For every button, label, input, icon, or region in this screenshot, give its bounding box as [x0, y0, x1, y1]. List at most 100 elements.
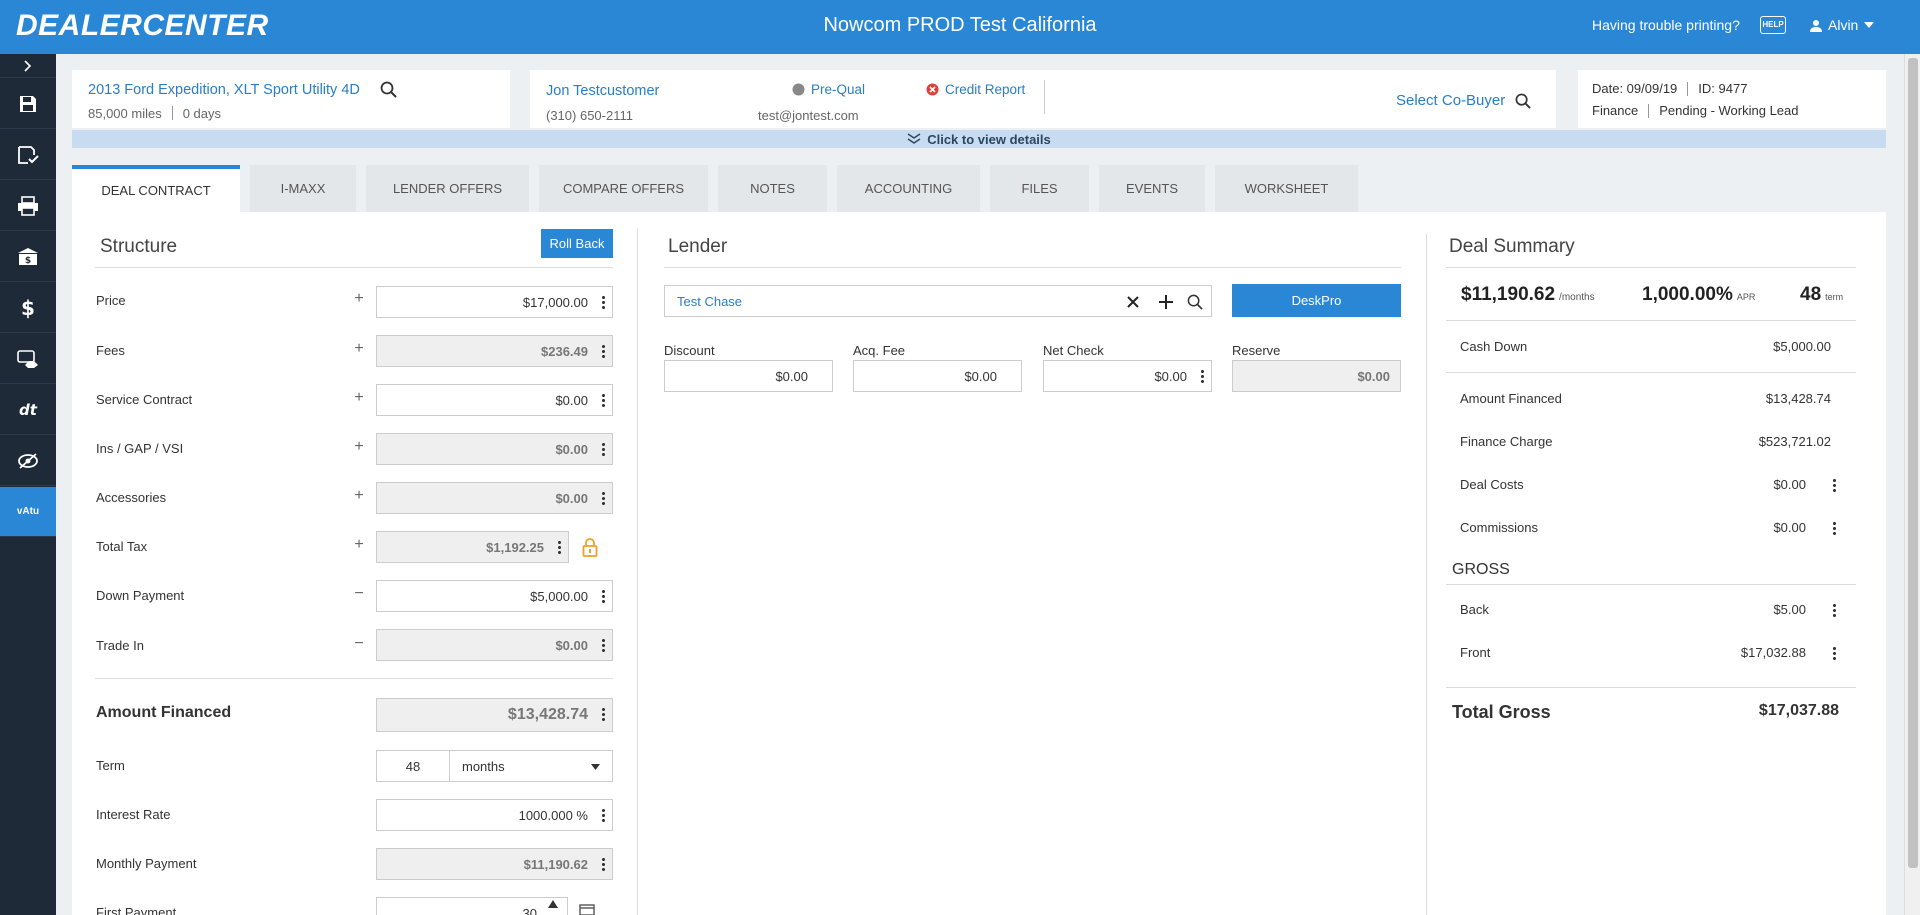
more-options-icon[interactable] [602, 857, 605, 871]
tab-events[interactable]: EVENTS [1099, 165, 1205, 212]
eye-icon [18, 452, 38, 469]
more-options-icon[interactable] [1833, 603, 1836, 617]
customer-name-link[interactable]: Jon Testcustomer [546, 83, 659, 99]
search-icon[interactable] [380, 81, 397, 98]
vehicle-title-link[interactable]: 2013 Ford Expedition, XLT Sport Utility … [88, 82, 360, 98]
ins-gap-vsi-field[interactable]: $0.00 [376, 433, 613, 465]
stepper-up-icon[interactable] [548, 900, 558, 908]
tab-notes[interactable]: NOTES [718, 165, 827, 212]
sidebar-save-check-button[interactable] [0, 130, 56, 180]
search-icon[interactable] [1187, 294, 1203, 310]
credit-report-link[interactable]: Credit Report [926, 82, 1025, 97]
tab-compare-offers[interactable]: COMPARE OFFERS [539, 165, 708, 212]
calendar-icon[interactable] [579, 903, 595, 915]
scrollbar-thumb[interactable] [1908, 58, 1918, 868]
sidebar-payment-button[interactable] [0, 334, 56, 384]
add-price-button[interactable]: + [352, 290, 366, 308]
more-options-icon[interactable] [602, 393, 605, 407]
more-options-icon[interactable] [602, 491, 605, 505]
more-options-icon[interactable] [602, 589, 605, 603]
structure-label-down-payment: Down Payment [96, 588, 185, 603]
interest-rate-input[interactable]: 1000.000 % [376, 799, 613, 831]
more-options-icon[interactable] [602, 808, 605, 822]
summary-term: 48 term [1800, 284, 1843, 306]
deal-status: Pending - Working Lead [1659, 103, 1799, 118]
tab-lender-offers[interactable]: LENDER OFFERS [366, 165, 529, 212]
structure-label-service-contract: Service Contract [96, 392, 193, 407]
more-options-icon[interactable] [602, 442, 605, 456]
print-icon [18, 195, 38, 216]
term-input[interactable]: 48 [376, 750, 450, 782]
lender-name: Test Chase [677, 293, 743, 309]
more-options-icon[interactable] [1833, 521, 1836, 535]
subtract-down-payment-button[interactable]: − [352, 585, 366, 603]
lock-icon[interactable] [582, 537, 598, 557]
more-options-icon[interactable] [602, 707, 605, 721]
sidebar-bank-button[interactable]: $ [0, 232, 56, 282]
select-cobuyer-link[interactable]: Select Co-Buyer [1396, 92, 1531, 109]
sidebar-save-button[interactable] [0, 79, 56, 129]
tab-accounting[interactable]: ACCOUNTING [837, 165, 980, 212]
term-unit-select[interactable]: months [449, 750, 613, 782]
more-options-icon[interactable] [602, 344, 605, 358]
accessories-field[interactable]: $0.00 [376, 482, 613, 514]
help-icon[interactable]: HELP [1760, 16, 1786, 34]
add-accessories-button[interactable]: + [352, 487, 366, 505]
service-contract-input[interactable]: $0.00 [376, 384, 613, 416]
down-payment-input[interactable]: $5,000.00 [376, 580, 613, 612]
acq-fee-input[interactable]: $0.00 [853, 360, 1022, 392]
trouble-printing-link[interactable]: Having trouble printing? [1592, 17, 1740, 33]
view-details-toggle[interactable]: Click to view details [72, 130, 1886, 148]
sidebar-vauto-button[interactable]: vAtu [0, 487, 56, 537]
tab-worksheet[interactable]: WORKSHEET [1215, 165, 1358, 212]
user-menu[interactable]: Alvin [1810, 17, 1875, 33]
total-tax-field[interactable]: $1,192.25 [376, 531, 569, 563]
add-ins-gap-button[interactable]: + [352, 438, 366, 456]
tab-imaxx[interactable]: I-MAXX [250, 165, 356, 212]
page-scrollbar[interactable] [1904, 54, 1920, 915]
close-icon[interactable] [1127, 296, 1139, 308]
back-gross-value: $5.00 [1773, 602, 1806, 617]
tab-deal-contract[interactable]: DEAL CONTRACT [72, 165, 240, 212]
add-fees-button[interactable]: + [352, 340, 366, 358]
more-options-icon[interactable] [1833, 478, 1836, 492]
lender-input[interactable]: Test Chase [664, 285, 1212, 317]
sidebar-dollar-button[interactable]: $ [0, 283, 56, 333]
customer-card: Jon Testcustomer (310) 650-2111 test@jon… [530, 70, 1556, 128]
subtract-trade-in-button[interactable]: − [352, 635, 366, 653]
deskpro-button[interactable]: DeskPro [1232, 284, 1401, 317]
dollar-icon: $ [21, 297, 35, 319]
sidebar-eye-button[interactable] [0, 436, 56, 486]
sidebar-dealertrack-button[interactable]: dt [0, 385, 56, 435]
net-check-input[interactable]: $0.00 [1043, 360, 1212, 392]
commissions-value: $0.00 [1773, 520, 1806, 535]
more-options-icon[interactable] [602, 638, 605, 652]
tab-files[interactable]: FILES [990, 165, 1089, 212]
price-input[interactable]: $17,000.00 [376, 286, 613, 318]
search-icon[interactable] [1515, 93, 1531, 109]
plus-icon[interactable] [1159, 295, 1173, 309]
chevron-down-icon [1864, 22, 1875, 28]
interest-rate-label: Interest Rate [96, 807, 171, 822]
fees-field[interactable]: $236.49 [376, 335, 613, 367]
summary-term-value: 48 [1800, 284, 1822, 305]
sidebar-expand-button[interactable] [0, 54, 56, 78]
amount-financed-field[interactable]: $13,428.74 [376, 698, 613, 732]
trade-in-field[interactable]: $0.00 [376, 629, 613, 661]
add-tax-button[interactable]: + [352, 536, 366, 554]
more-options-icon[interactable] [1833, 646, 1836, 660]
prequal-link[interactable]: Pre-Qual [792, 82, 865, 97]
sidebar-print-button[interactable] [0, 181, 56, 231]
more-options-icon[interactable] [602, 295, 605, 309]
more-options-icon[interactable] [1201, 369, 1204, 383]
more-options-icon[interactable] [558, 540, 561, 554]
trade-in-value: $0.00 [555, 637, 588, 653]
bank-icon: $ [18, 247, 38, 266]
user-icon [1810, 19, 1822, 32]
vehicle-days: 0 days [182, 106, 222, 121]
first-payment-input[interactable]: 30 [376, 897, 568, 915]
monthly-payment-field[interactable]: $11,190.62 [376, 848, 613, 880]
add-service-contract-button[interactable]: + [352, 389, 366, 407]
discount-input[interactable]: $0.00 [664, 360, 833, 392]
rollback-button[interactable]: Roll Back [541, 229, 613, 258]
